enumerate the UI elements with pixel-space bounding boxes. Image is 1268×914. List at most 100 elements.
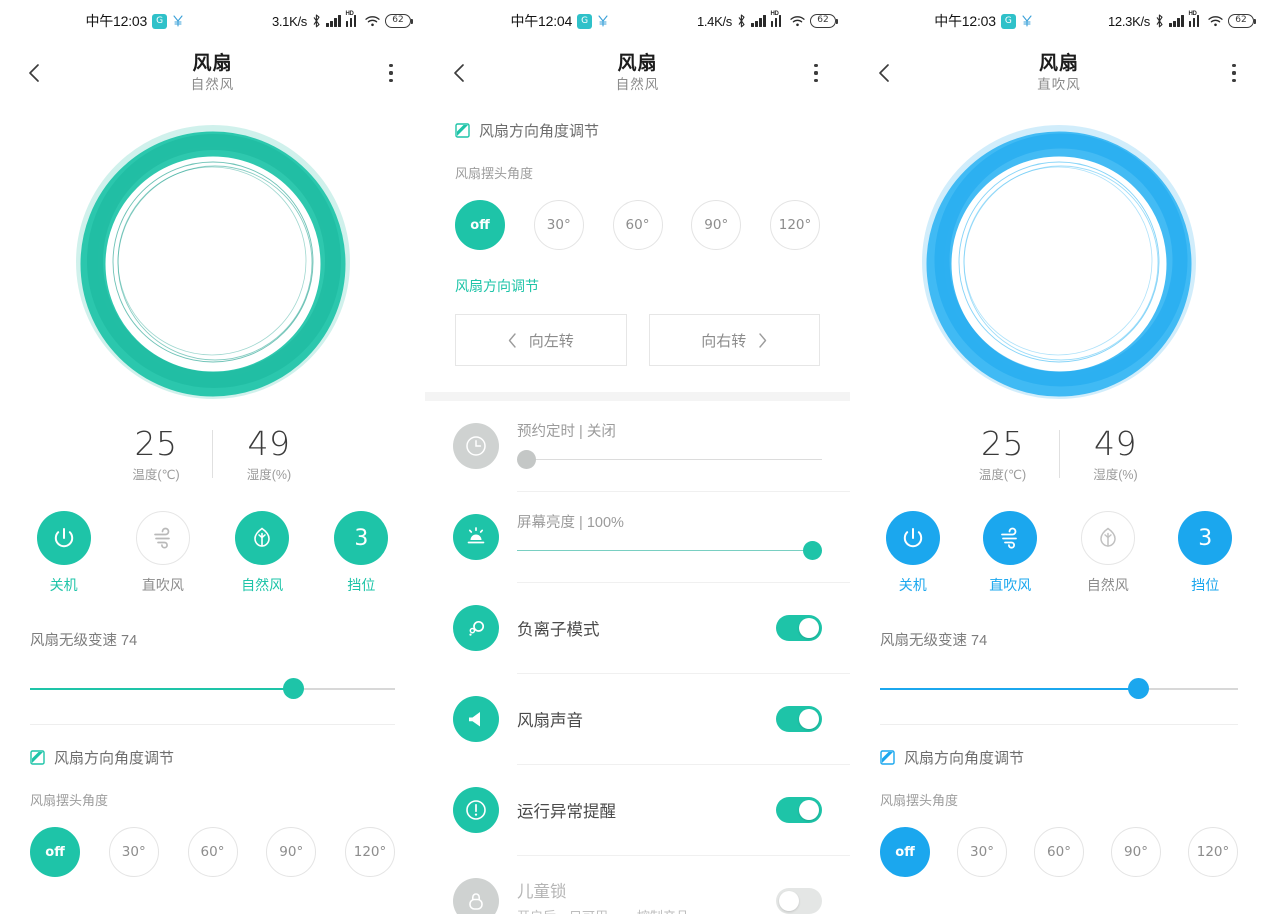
panel-settings: 中午12:04 G 1.4K/s HD 62 风扇 自然风 风扇方向角度调节 风… [425, 0, 850, 914]
signal-bars-icon [1169, 15, 1184, 27]
humidity-value: 49 [1094, 424, 1137, 463]
bluetooth-icon [737, 14, 746, 28]
mode-power[interactable]: 关机 [26, 511, 102, 595]
angle-option-60[interactable]: 60° [612, 200, 663, 250]
setting-fan-sound[interactable]: 风扇声音 [425, 674, 850, 764]
direction-adjust-link[interactable]: 风扇方向调节 [455, 276, 820, 296]
status-time: 中午12:03 [934, 13, 996, 29]
page-title: 风扇 [1038, 52, 1079, 74]
angle-option-90[interactable]: 90° [1111, 827, 1161, 878]
wind-icon [1001, 527, 1018, 549]
status-bar-left: 中午12:03 G [934, 11, 1033, 31]
gear-button-circle[interactable]: 3 [1178, 511, 1233, 566]
panel-natural-wind: 中午12:03 G 3.1K/s HD 62 风扇 自然风 25 温度(℃) 4… [0, 0, 425, 914]
setting-child-lock[interactable]: 儿童锁 开启后，只可用 app 控制产品 [425, 856, 850, 914]
mode-direct-wind[interactable]: 直吹风 [125, 511, 201, 595]
power-button-circle[interactable] [36, 511, 91, 566]
speed-control: 风扇无级变速 74 [0, 629, 425, 706]
mode-power[interactable]: 关机 [875, 511, 951, 595]
back-button[interactable] [447, 60, 473, 86]
angle-option-120[interactable]: 120° [770, 200, 820, 250]
status-bar-right: 3.1K/s HD 62 [272, 0, 413, 42]
temperature-label: 温度(℃) [132, 468, 180, 483]
power-button-circle[interactable] [885, 511, 940, 566]
app-badge-icon: G [577, 13, 593, 29]
turn-left-button[interactable]: 向左转 [455, 314, 627, 366]
slider-knob[interactable] [517, 449, 536, 469]
natural-wind-button-circle[interactable] [235, 511, 290, 566]
abnormal-alert-toggle[interactable] [776, 797, 822, 823]
fan-sound-toggle[interactable] [776, 706, 822, 732]
speed-slider[interactable] [880, 672, 1238, 706]
mode-power-label: 关机 [49, 577, 78, 594]
angle-option-90[interactable]: 90° [691, 200, 742, 250]
mode-button-row: 关机 直吹风 自然风 3 挡位 [0, 511, 425, 595]
setting-body: 儿童锁 开启后，只可用 app 控制产品 [517, 878, 776, 914]
speed-slider-knob[interactable] [1127, 678, 1149, 700]
scheduled-timer-slider[interactable] [517, 447, 822, 473]
wifi-icon [1208, 15, 1223, 27]
status-bar-right: 12.3K/s HD 62 [1108, 0, 1256, 42]
mode-gear[interactable]: 3 挡位 [1167, 511, 1243, 595]
angle-option-off[interactable]: off [30, 827, 80, 878]
natural-wind-button-circle[interactable] [1080, 511, 1135, 566]
overflow-menu-button[interactable] [381, 62, 401, 84]
network-speed: 1.4K/s [696, 13, 732, 29]
app-bar: 风扇 直吹风 [850, 42, 1268, 104]
mode-direct-wind[interactable]: 直吹风 [972, 511, 1048, 595]
turn-button-row: 向左转 向右转 [455, 314, 820, 366]
back-button[interactable] [872, 60, 898, 86]
mode-gear[interactable]: 3 挡位 [323, 511, 399, 595]
page-title-group: 风扇 自然风 [616, 52, 660, 95]
gear-number: 3 [1198, 525, 1213, 551]
turn-right-button[interactable]: 向右转 [648, 314, 820, 366]
yen-icon [597, 14, 609, 29]
slider-knob[interactable] [803, 540, 822, 560]
direct-wind-button-circle[interactable] [983, 511, 1038, 566]
angle-option-120[interactable]: 120° [1188, 827, 1238, 878]
child-lock-toggle[interactable] [776, 888, 822, 914]
overflow-menu-button[interactable] [806, 62, 826, 84]
settings-scroll-body[interactable]: 风扇方向角度调节 风扇摆头角度 off 30° 60° 90° 120° 风扇方… [425, 104, 850, 914]
mode-natural-wind[interactable]: 自然风 [1070, 511, 1146, 595]
wifi-icon [365, 15, 380, 27]
power-icon [903, 528, 922, 548]
mode-gear-label: 挡位 [347, 577, 376, 594]
speed-slider-knob[interactable] [282, 678, 304, 700]
setting-screen-brightness[interactable]: 屏幕亮度 | 100% [425, 492, 850, 582]
fan-sound-title: 风扇声音 [517, 712, 583, 730]
bluetooth-icon [1155, 14, 1164, 28]
setting-anion-mode[interactable]: 负离子模式 [425, 583, 850, 673]
fan-ring-indicator [75, 125, 350, 399]
yen-icon [172, 14, 184, 29]
angle-option-60[interactable]: 60° [187, 827, 238, 878]
direct-wind-button-circle[interactable] [135, 511, 190, 566]
speed-slider[interactable] [30, 672, 395, 706]
direction-section: 风扇方向角度调节 风扇摆头角度 off 30° 60° 90° 120° 风扇方… [425, 120, 850, 366]
setting-scheduled-timer[interactable]: 预约定时 | 关闭 [425, 401, 850, 491]
angle-option-60[interactable]: 60° [1034, 827, 1084, 878]
screen-brightness-slider[interactable] [517, 538, 822, 564]
angle-option-30[interactable]: 30° [108, 827, 159, 878]
swing-angle-label: 风扇摆头角度 [880, 793, 959, 809]
status-bar-left: 中午12:03 G [85, 11, 184, 31]
status-time: 中午12:04 [510, 13, 573, 29]
setting-abnormal-alert[interactable]: 运行异常提醒 [425, 765, 850, 855]
angle-option-off[interactable]: off [455, 200, 505, 250]
angle-option-30[interactable]: 30° [533, 200, 584, 250]
anion-mode-toggle[interactable] [776, 615, 822, 641]
mode-natural-wind[interactable]: 自然风 [224, 511, 300, 595]
setting-body: 预约定时 | 关闭 [517, 420, 822, 473]
mode-natural-wind-label: 自然风 [1086, 577, 1129, 594]
angle-option-120[interactable]: 120° [345, 827, 395, 878]
page-subtitle: 直吹风 [1037, 77, 1081, 93]
temperature-label: 温度(℃) [978, 468, 1027, 483]
overflow-menu-button[interactable] [1224, 62, 1244, 84]
gear-button-circle[interactable]: 3 [334, 511, 389, 566]
fan-ring-wrap [0, 112, 425, 412]
angle-option-off[interactable]: off [880, 827, 930, 878]
back-button[interactable] [22, 60, 48, 86]
angle-option-30[interactable]: 30° [957, 827, 1007, 878]
direction-section: 风扇方向角度调节 风扇摆头角度 off 30° 60° 90° 120° [850, 747, 1268, 878]
angle-option-90[interactable]: 90° [266, 827, 317, 878]
